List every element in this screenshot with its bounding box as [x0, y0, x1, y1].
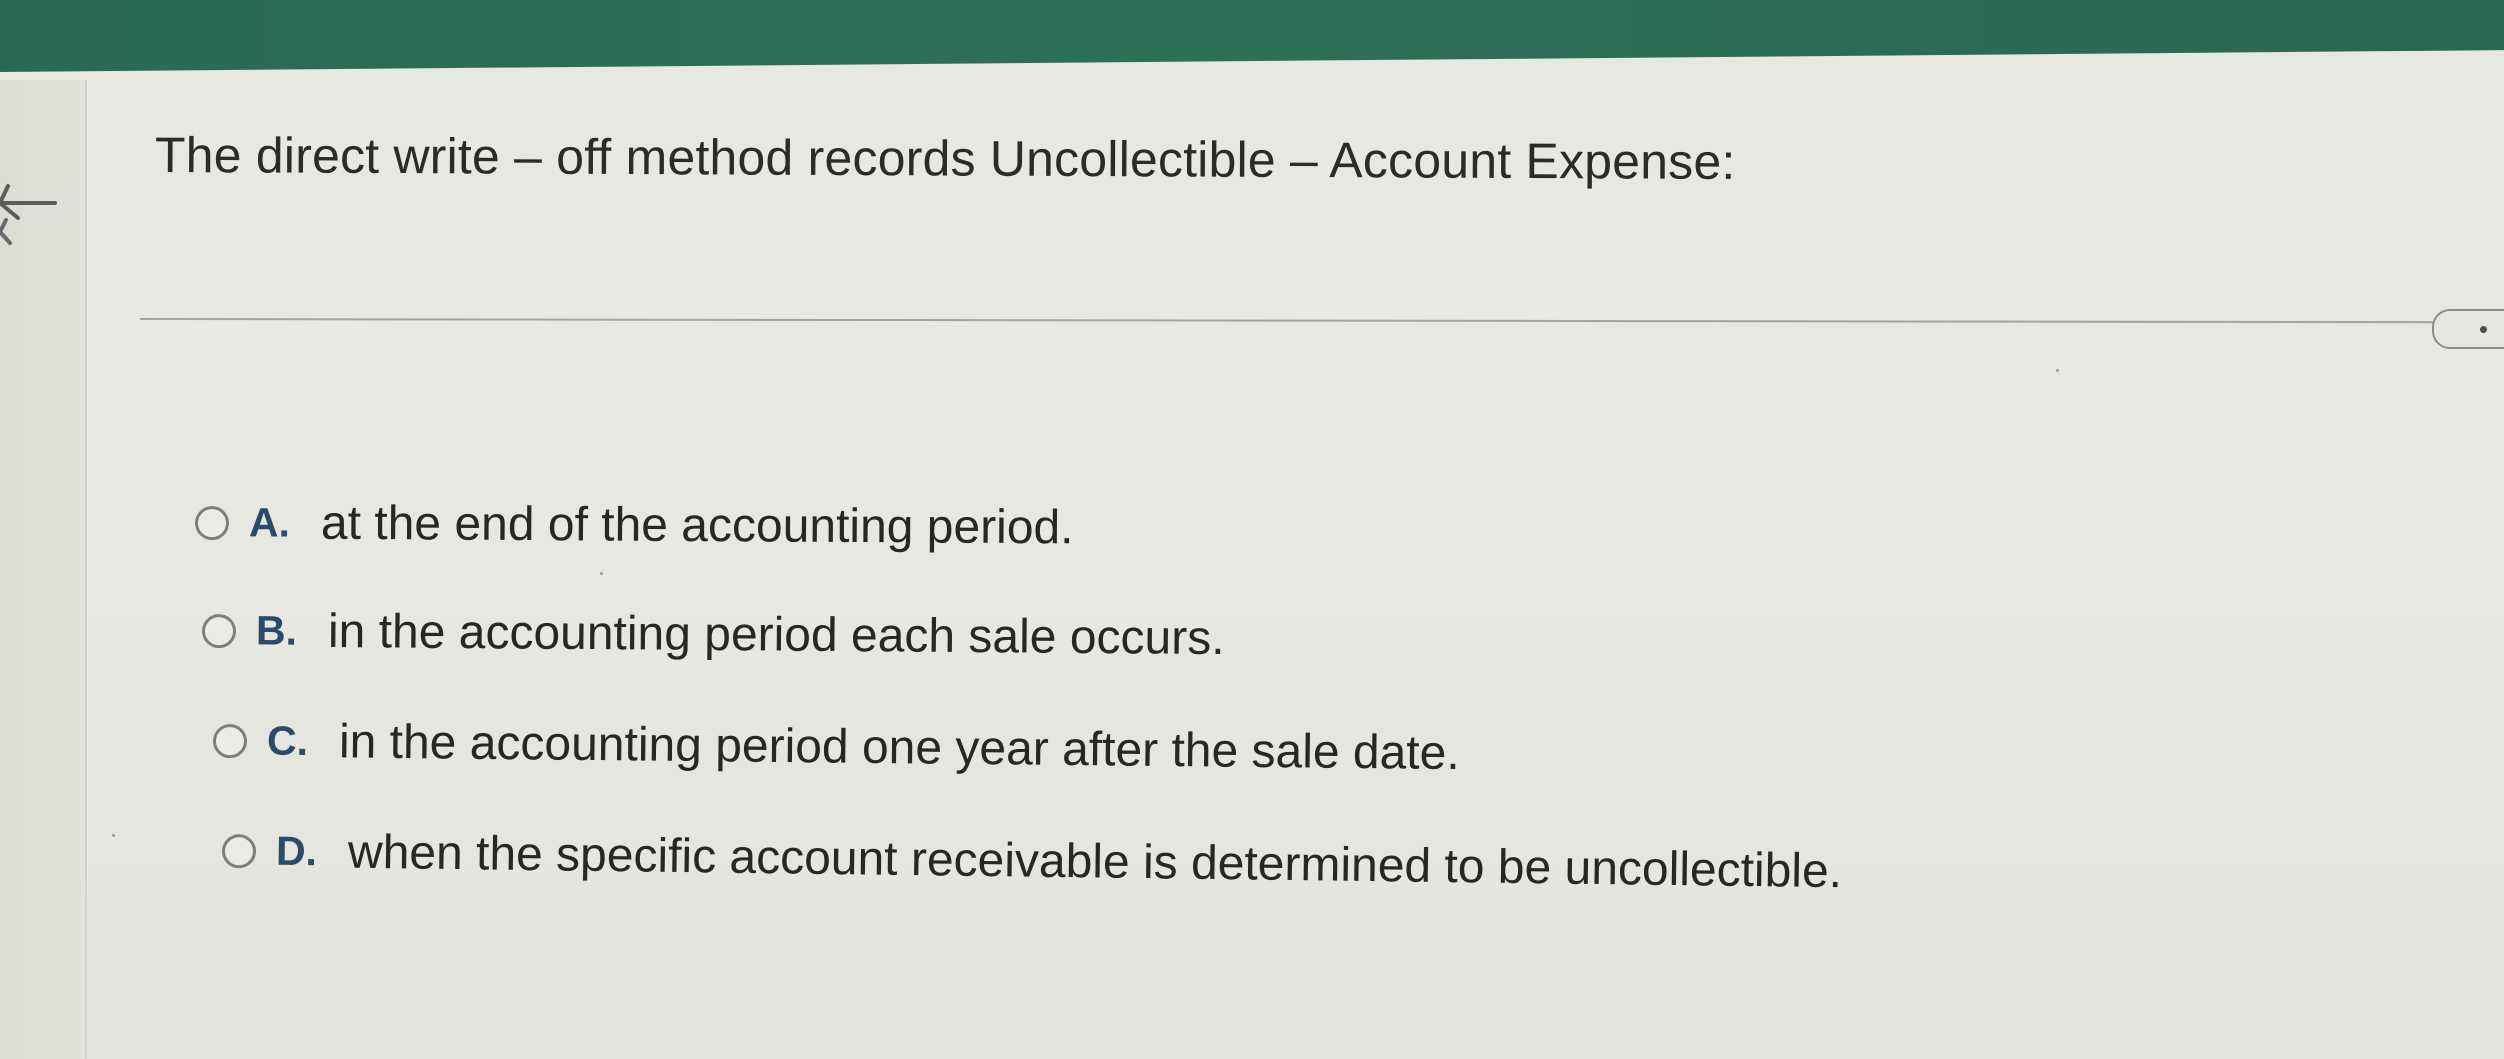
screen-speck — [2056, 369, 2059, 372]
radio-button-c[interactable] — [212, 723, 248, 758]
option-text: at the end of the accounting period. — [320, 496, 1074, 555]
screen: The direct write – off method records Un… — [0, 0, 2504, 1059]
option-letter: A. — [248, 499, 291, 546]
option-letter: B. — [255, 607, 298, 654]
screen-speck — [112, 834, 115, 837]
radio-button-a[interactable] — [194, 505, 230, 540]
option-text: when the specific account receivable is … — [347, 825, 1843, 899]
option-text: in the accounting period each sale occur… — [327, 604, 1225, 666]
option-b[interactable]: B. in the accounting period each sale oc… — [201, 603, 1225, 666]
screen-speck — [600, 572, 603, 575]
radio-button-d[interactable] — [221, 833, 257, 868]
option-a[interactable]: A. at the end of the accounting period. — [194, 495, 1074, 555]
radio-button-b[interactable] — [201, 613, 237, 648]
answer-options: A. at the end of the accounting period. … — [0, 0, 2504, 1059]
option-text: in the accounting period one year after … — [338, 715, 1460, 781]
option-c[interactable]: C. in the accounting period one year aft… — [212, 713, 1460, 781]
option-letter: C. — [266, 717, 309, 764]
option-letter: D. — [275, 827, 318, 875]
option-d[interactable]: D. when the specific account receivable … — [221, 823, 1843, 899]
